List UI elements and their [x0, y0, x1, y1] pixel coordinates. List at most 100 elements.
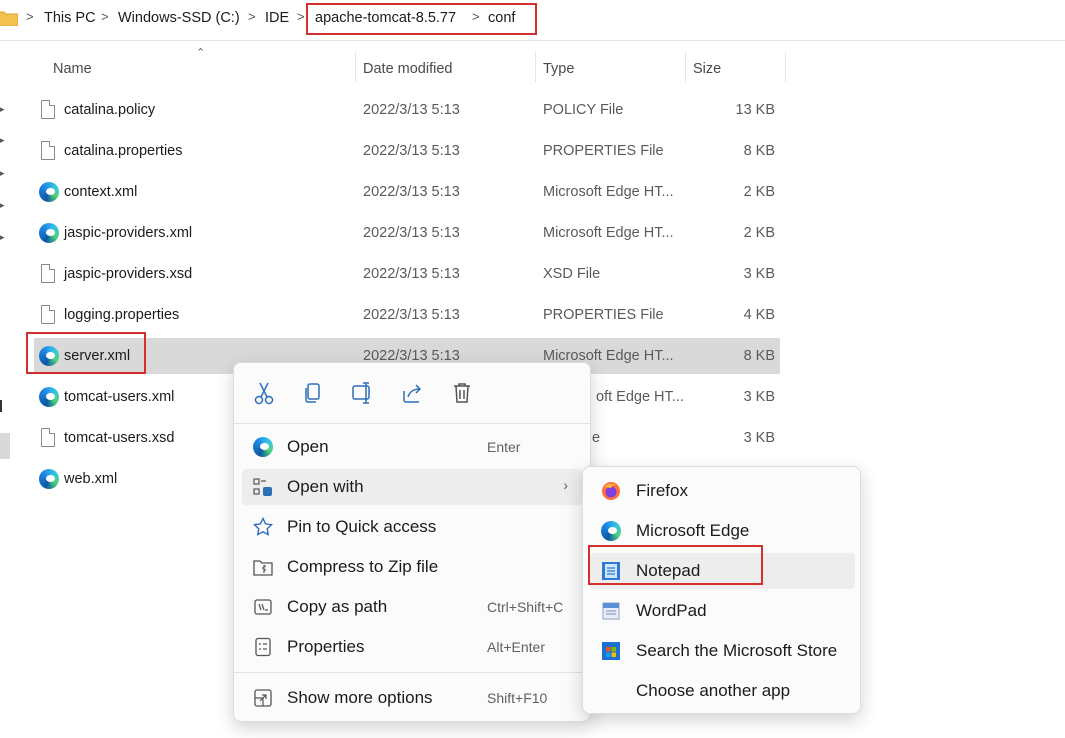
pin-icon[interactable]: ▸ — [0, 135, 7, 145]
column-divider[interactable] — [355, 52, 356, 82]
menu-item-shortcut: Shift+F10 — [487, 690, 548, 706]
file-row[interactable]: jaspic-providers.xsd 2022/3/13 5:13 XSD … — [34, 256, 780, 292]
menu-item-label: Show more options — [287, 688, 433, 707]
store-icon — [602, 642, 620, 660]
menu-item-shortcut: Enter — [487, 439, 521, 455]
file-name: context.xml — [64, 184, 138, 200]
menu-divider — [234, 423, 590, 424]
file-date: 2022/3/13 5:13 — [363, 143, 460, 159]
file-size: 4 KB — [743, 307, 775, 323]
file-size: 3 KB — [743, 266, 775, 282]
file-name: tomcat-users.xml — [64, 389, 175, 405]
breadcrumb: > This PC > Windows-SSD (C:) > IDE > apa… — [0, 0, 1065, 38]
column-divider[interactable] — [535, 52, 536, 82]
column-divider[interactable] — [685, 52, 686, 82]
share-icon[interactable] — [399, 379, 427, 407]
file-name: jaspic-providers.xsd — [64, 266, 193, 282]
file-row[interactable]: catalina.properties 2022/3/13 5:13 PROPE… — [34, 133, 780, 169]
submenu-item-microsoft-store[interactable]: Search the Microsoft Store — [590, 633, 855, 669]
properties-icon — [255, 637, 271, 657]
file-date: 2022/3/13 5:13 — [363, 266, 460, 282]
edge-icon — [39, 223, 59, 243]
breadcrumb-separator: > — [248, 9, 256, 24]
file-name: catalina.properties — [64, 143, 183, 159]
menu-divider — [234, 672, 590, 673]
submenu-item-choose-another-app[interactable]: Choose another app — [590, 673, 855, 709]
notepad-highlight-box — [588, 545, 763, 585]
file-row[interactable]: jaspic-providers.xml 2022/3/13 5:13 Micr… — [34, 215, 780, 251]
submenu-item-label: Choose another app — [636, 681, 791, 700]
pin-icon[interactable]: ▸ — [0, 232, 7, 242]
menu-item-label: Copy as path — [287, 597, 388, 616]
column-type[interactable]: Type — [543, 61, 574, 77]
menu-item-label: Pin to Quick access — [287, 517, 437, 536]
edge-icon — [39, 387, 59, 407]
column-header: ⌃ Name Date modified Type Size — [0, 47, 800, 88]
file-name: catalina.policy — [64, 102, 156, 118]
menu-item-compress-zip[interactable]: Compress to Zip file — [242, 549, 582, 585]
open-with-submenu: Firefox Microsoft Edge Notepad WordPad S… — [582, 466, 861, 714]
submenu-item-firefox[interactable]: Firefox — [590, 473, 855, 509]
submenu-item-wordpad[interactable]: WordPad — [590, 593, 855, 629]
pin-icon[interactable]: ▸ — [0, 200, 7, 210]
menu-item-open-with[interactable]: Open with › — [242, 469, 582, 505]
edge-icon — [601, 521, 621, 541]
submenu-item-microsoft-edge[interactable]: Microsoft Edge — [590, 513, 855, 549]
file-name: logging.properties — [64, 307, 180, 323]
document-icon — [41, 100, 55, 119]
document-icon — [41, 305, 55, 324]
file-row[interactable]: logging.properties 2022/3/13 5:13 PROPER… — [34, 297, 780, 333]
delete-icon[interactable] — [448, 379, 476, 407]
menu-item-open[interactable]: Open Enter — [242, 429, 582, 465]
menu-item-label: Open with — [287, 477, 364, 496]
menu-item-show-more-options[interactable]: Show more options Shift+F10 — [242, 680, 582, 716]
breadcrumb-separator: > — [26, 9, 34, 24]
menu-item-label: Properties — [287, 637, 365, 656]
open-with-icon — [253, 478, 272, 496]
menu-item-shortcut: Ctrl+Shift+C — [487, 599, 564, 615]
edge-icon — [39, 182, 59, 202]
copy-path-icon — [254, 599, 272, 615]
pin-icon[interactable]: ▸ — [0, 168, 7, 178]
folder-icon — [0, 11, 18, 26]
menu-item-label: Compress to Zip file — [287, 557, 439, 576]
breadcrumb-drive[interactable]: Windows-SSD (C:) — [118, 10, 240, 26]
file-type: Microsoft Edge HT... — [543, 225, 674, 241]
copy-icon[interactable] — [299, 379, 327, 407]
file-date: 2022/3/13 5:13 — [363, 184, 460, 200]
breadcrumb-highlight-box — [306, 3, 537, 35]
menu-item-shortcut: Alt+Enter — [487, 639, 545, 655]
file-row[interactable]: context.xml 2022/3/13 5:13 Microsoft Edg… — [34, 174, 780, 210]
file-name: tomcat-users.xsd — [64, 430, 175, 446]
column-name[interactable]: Name — [53, 61, 92, 77]
file-row[interactable]: catalina.policy 2022/3/13 5:13 POLICY Fi… — [34, 92, 780, 128]
file-type: PROPERTIES File — [543, 143, 664, 159]
rename-icon[interactable] — [349, 379, 377, 407]
pin-icon[interactable]: ▸ — [0, 104, 7, 114]
file-type: XSD File — [543, 266, 601, 282]
file-type: POLICY File — [543, 102, 624, 118]
file-size: 2 KB — [743, 225, 775, 241]
file-size: 8 KB — [743, 143, 775, 159]
file-size: 2 KB — [743, 184, 775, 200]
menu-item-pin-quick-access[interactable]: Pin to Quick access — [242, 509, 582, 545]
breadcrumb-this-pc[interactable]: This PC — [44, 10, 96, 26]
zip-icon — [253, 560, 273, 576]
column-date-modified[interactable]: Date modified — [363, 61, 452, 77]
submenu-item-label: Microsoft Edge — [636, 521, 750, 540]
column-divider[interactable] — [785, 52, 786, 82]
document-icon — [41, 264, 55, 283]
file-name: web.xml — [64, 471, 118, 487]
file-size: 8 KB — [743, 348, 775, 364]
cut-icon[interactable] — [250, 379, 278, 407]
column-size[interactable]: Size — [693, 61, 721, 77]
menu-item-properties[interactable]: Properties Alt+Enter — [242, 629, 582, 665]
file-type: e — [592, 430, 601, 446]
breadcrumb-separator: > — [297, 9, 305, 24]
breadcrumb-ide[interactable]: IDE — [265, 10, 289, 26]
nav-scrollbar[interactable] — [0, 433, 10, 459]
breadcrumb-separator: > — [101, 9, 109, 24]
file-date: 2022/3/13 5:13 — [363, 225, 460, 241]
file-size: 3 KB — [743, 430, 775, 446]
menu-item-copy-as-path[interactable]: Copy as path Ctrl+Shift+C — [242, 589, 582, 625]
